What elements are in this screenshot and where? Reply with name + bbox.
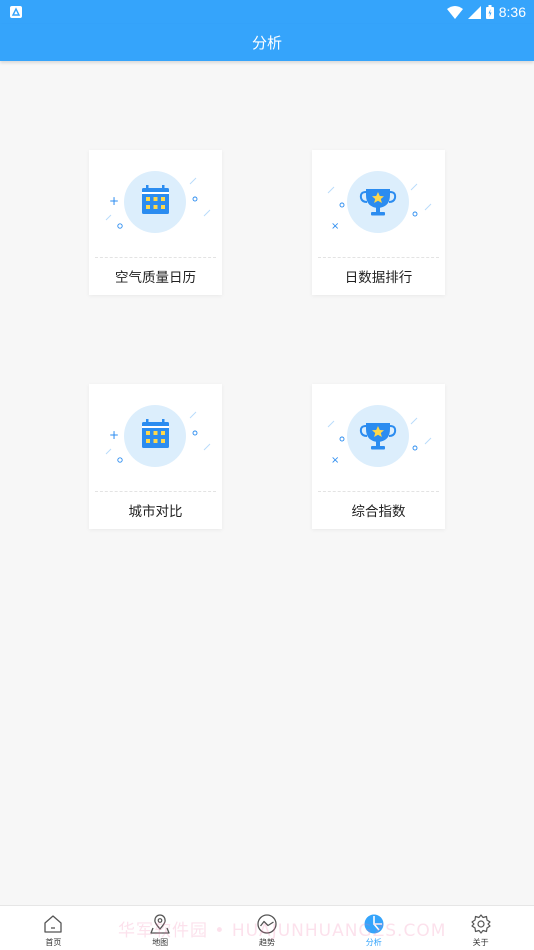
watermark: 华军软件园 • HUAJUNHUANGZS.COM bbox=[118, 921, 447, 941]
notification-icon bbox=[10, 6, 22, 18]
card-label: 综合指数 bbox=[351, 504, 406, 520]
card-city-compare[interactable]: + 城市对比 bbox=[89, 384, 222, 529]
card-label: 空气质量日历 bbox=[115, 270, 196, 286]
status-time: 8:36 bbox=[498, 4, 526, 20]
svg-text:×: × bbox=[331, 221, 339, 232]
home-icon bbox=[44, 915, 63, 933]
svg-text:+: + bbox=[109, 194, 119, 208]
gear-icon bbox=[470, 914, 491, 934]
trophy-icon: × bbox=[327, 171, 432, 233]
wifi-icon bbox=[446, 5, 463, 19]
card-label: 城市对比 bbox=[128, 504, 183, 520]
battery-icon bbox=[485, 5, 494, 19]
nav-item-home[interactable]: 首页 bbox=[0, 906, 107, 950]
trophy-icon: × bbox=[327, 405, 432, 467]
app-bar: 分析 bbox=[0, 24, 534, 61]
nav-label: 关于 bbox=[472, 938, 489, 947]
status-bar: 8:36 bbox=[0, 0, 534, 24]
calendar-icon: + bbox=[105, 171, 211, 233]
nav-label: 首页 bbox=[45, 938, 62, 947]
signal-icon bbox=[467, 5, 481, 19]
svg-text:×: × bbox=[331, 455, 339, 466]
card-composite-index[interactable]: × 综合指数 bbox=[312, 384, 445, 529]
calendar-icon: + bbox=[105, 405, 211, 467]
card-air-quality-calendar[interactable]: + 空气质量日历 bbox=[89, 150, 222, 295]
card-label: 日数据排行 bbox=[344, 270, 413, 286]
page-title: 分析 bbox=[251, 34, 282, 52]
svg-text:+: + bbox=[109, 428, 119, 442]
card-daily-ranking[interactable]: × 日数据排行 bbox=[312, 150, 445, 295]
